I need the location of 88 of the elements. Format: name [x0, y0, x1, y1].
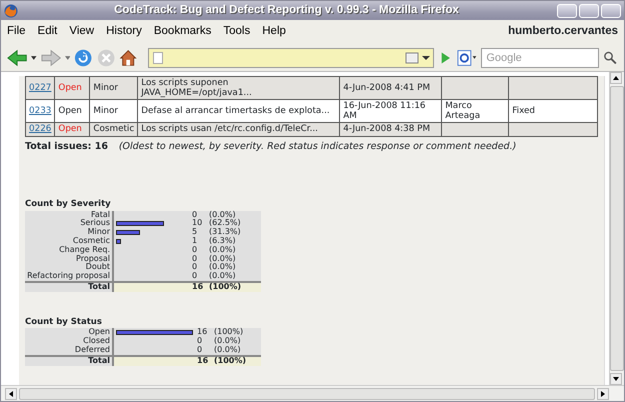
- stat-label: Fatal: [25, 210, 113, 220]
- stat-percent: (100%): [207, 282, 261, 292]
- stat-count: 0: [195, 346, 212, 356]
- stat-count: 10: [190, 219, 207, 228]
- status-cell: Open: [54, 122, 90, 136]
- stat-percent: (0.0%): [207, 254, 261, 264]
- stat-percent: (0.0%): [212, 346, 261, 356]
- menu-item[interactable]: History: [106, 23, 142, 41]
- stat-percent: (0.0%): [207, 210, 261, 220]
- note-text: (Oldest to newest, by severity. Red status indicates response or comment needed.): [118, 140, 516, 152]
- menu-item[interactable]: Bookmarks: [154, 23, 212, 41]
- total-issues: Total issues: 16: [25, 140, 108, 152]
- assignee-cell: Marco Arteaga: [442, 100, 509, 123]
- stat-label: Deferred: [25, 346, 113, 356]
- address-field[interactable]: [148, 48, 434, 68]
- severity-cell: Minor: [90, 76, 138, 100]
- dropdown-icon[interactable]: [31, 56, 37, 60]
- summary-cell: Los scripts suponen JAVA_HOME=/opt/java1...: [138, 76, 340, 100]
- stat-label: Cosmetic: [25, 236, 113, 246]
- window-title: CodeTrack: Bug and Defect Reporting v. 0.99.3 - Mozilla Firefox: [113, 2, 460, 18]
- summary-cell: Los scripts usan /etc/rc.config.d/TeleCr...: [138, 122, 340, 136]
- reload-icon[interactable]: [74, 48, 93, 68]
- stat-percent: (0.0%): [207, 272, 261, 282]
- menu-item[interactable]: View: [69, 23, 94, 41]
- down-arrow-icon: [613, 377, 619, 381]
- left-arrow-icon: [9, 390, 13, 396]
- scroll-thumb[interactable]: [610, 86, 624, 371]
- stat-count: 0: [190, 272, 207, 282]
- date-cell: 4-Jun-2008 4:38 PM: [340, 122, 442, 136]
- section-title: Count by Severity: [25, 198, 112, 210]
- search-icon[interactable]: [603, 50, 618, 66]
- stat-label: Total: [25, 282, 113, 292]
- stat-label: Closed: [25, 337, 113, 346]
- stat-count: 0: [190, 210, 207, 220]
- search-field[interactable]: Google: [481, 48, 600, 68]
- stat-label: Doubt: [25, 263, 113, 272]
- stat-label: Open: [25, 328, 113, 338]
- scroll-up-button[interactable]: [610, 72, 622, 84]
- user-name[interactable]: humberto.cervantes: [508, 23, 618, 41]
- stat-percent: (0.0%): [212, 337, 261, 346]
- firefox-icon: [4, 4, 18, 18]
- back-icon[interactable]: [7, 48, 28, 68]
- date-cell: 16-Jun-2008 11:16 AM: [340, 100, 442, 123]
- resolution-cell: Fixed: [508, 100, 598, 123]
- stat-percent: (31.3%): [207, 228, 261, 237]
- stat-count: 0: [190, 246, 207, 255]
- severity-cell: Minor: [90, 100, 138, 123]
- status-cell: Open: [54, 100, 90, 123]
- stat-label: Minor: [25, 228, 113, 237]
- stat-label: Refactoring proposal: [25, 272, 113, 282]
- stat-count: 16: [195, 328, 212, 338]
- stat-count: 0: [190, 263, 207, 272]
- home-icon[interactable]: [119, 48, 138, 68]
- section-title: Count by Status: [25, 316, 103, 328]
- severity-cell: Cosmetic: [90, 122, 138, 136]
- menu-item[interactable]: Help: [262, 23, 286, 41]
- stat-count: 0: [195, 337, 212, 346]
- scroll-left-button[interactable]: [5, 388, 17, 400]
- stat-percent: (62.5%): [207, 219, 261, 228]
- menu-item[interactable]: File: [7, 23, 26, 41]
- status-cell: Open: [54, 76, 90, 100]
- stat-percent: (6.3%): [207, 236, 261, 246]
- scroll-right-button[interactable]: [597, 388, 609, 400]
- maximize-button[interactable]: [579, 4, 599, 18]
- stat-label: Total: [25, 356, 113, 366]
- right-arrow-icon: [601, 390, 605, 396]
- stat-count: 0: [190, 254, 207, 264]
- date-cell: 4-Jun-2008 4:41 PM: [340, 76, 442, 100]
- close-button[interactable]: [601, 4, 621, 18]
- search-engine-icon[interactable]: [457, 48, 478, 68]
- stat-label: Change Req.: [25, 246, 113, 255]
- stat-count: 16: [195, 356, 212, 366]
- scroll-down-button[interactable]: [610, 373, 622, 385]
- menu-item[interactable]: Tools: [223, 23, 250, 41]
- stat-percent: (0.0%): [207, 246, 261, 255]
- stat-count: 5: [190, 228, 207, 237]
- stat-count: 1: [190, 236, 207, 246]
- stat-label: Serious: [25, 219, 113, 228]
- summary-cell: Defase al arrancar timertasks de explota...: [138, 100, 340, 123]
- menu-item[interactable]: Edit: [38, 23, 58, 41]
- stat-label: Proposal: [25, 254, 113, 264]
- stat-percent: (100%): [212, 328, 261, 338]
- stat-percent: (100%): [212, 356, 261, 366]
- stat-percent: (0.0%): [207, 263, 261, 272]
- up-arrow-icon: [613, 76, 619, 80]
- minimize-button[interactable]: [557, 4, 577, 18]
- stat-count: 16: [190, 282, 207, 292]
- scroll-thumb[interactable]: [19, 388, 595, 400]
